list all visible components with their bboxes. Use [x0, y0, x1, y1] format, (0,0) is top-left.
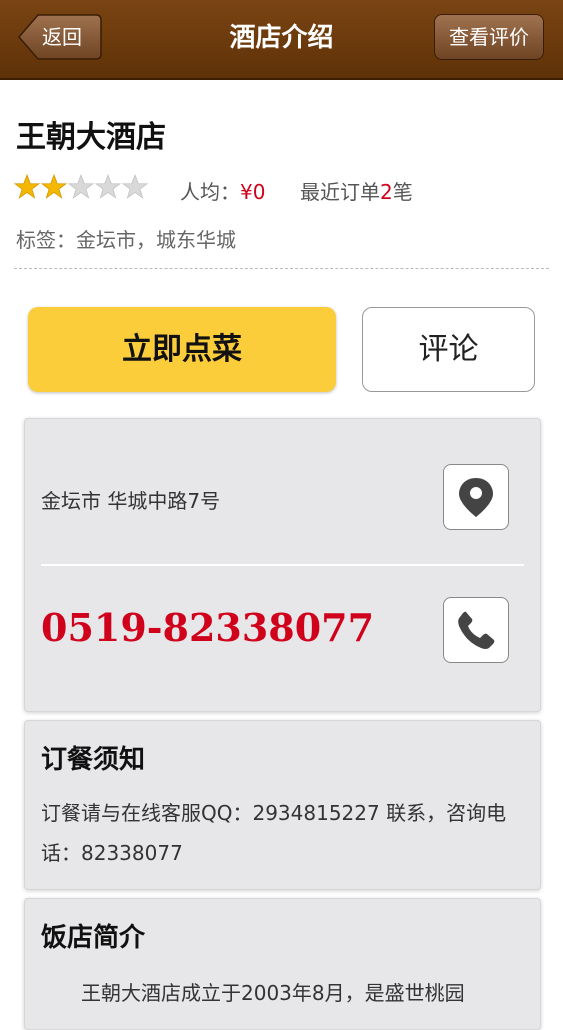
star-empty-icon	[68, 174, 94, 199]
contact-divider	[41, 564, 524, 566]
average-price-value: ¥0	[240, 180, 266, 204]
order-now-button[interactable]: 立即点菜	[28, 307, 336, 392]
recent-orders-count: 2	[380, 180, 393, 204]
top-bar: 返回 酒店介绍 查看评价	[0, 0, 563, 80]
contact-card: 金坛市 华城中路7号 0519-82338077	[24, 418, 541, 712]
average-price-label: 人均：	[180, 180, 240, 204]
phone-icon	[458, 611, 495, 649]
star-empty-icon	[122, 174, 148, 199]
map-pin-icon	[459, 478, 493, 517]
star-empty-icon	[95, 174, 121, 199]
call-button[interactable]	[443, 597, 509, 663]
hotel-tags: 标签：金坛市，城东华城	[16, 228, 236, 252]
ordering-notice-card: 订餐须知 订餐请与在线客服QQ：2934815227 联系，咨询电话：82338…	[24, 720, 541, 890]
hotel-intro-title: 饭店简介	[41, 923, 146, 953]
map-button[interactable]	[443, 464, 509, 530]
hotel-intro-text: 王朝大酒店成立于2003年8月，是盛世桃园	[81, 981, 465, 1005]
view-reviews-button[interactable]: 查看评价	[434, 14, 544, 60]
dashed-divider	[14, 268, 549, 269]
ordering-notice-text: 订餐请与在线客服QQ：2934815227 联系，咨询电话：82338077	[41, 801, 507, 865]
hotel-name: 王朝大酒店	[16, 120, 166, 155]
phone-number[interactable]: 0519-82338077	[41, 605, 374, 650]
hotel-intro-card: 饭店简介 王朝大酒店成立于2003年8月，是盛世桃园	[24, 898, 541, 1030]
star-filled-icon	[14, 174, 40, 199]
recent-orders-prefix: 最近订单	[300, 180, 380, 204]
ordering-notice-title: 订餐须知	[41, 745, 146, 775]
star-rating	[14, 174, 154, 204]
recent-orders: 最近订单2笔	[300, 176, 413, 205]
recent-orders-suffix: 笔	[392, 180, 413, 204]
star-filled-icon	[41, 174, 67, 199]
hotel-address: 金坛市 华城中路7号	[41, 489, 221, 513]
comment-button[interactable]: 评论	[362, 307, 535, 392]
average-price: 人均：¥0	[180, 176, 265, 205]
